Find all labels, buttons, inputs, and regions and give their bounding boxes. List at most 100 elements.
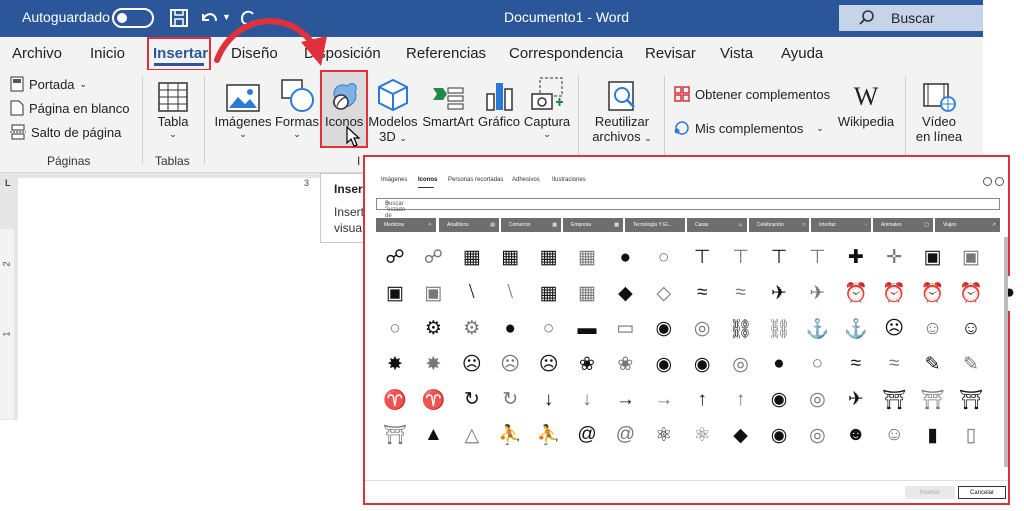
tab-ayuda[interactable]: Ayuda <box>781 45 823 62</box>
tape-measure-icon[interactable]: ▭ <box>606 311 645 346</box>
category-medicina[interactable]: Medicina ✧ <box>376 218 436 232</box>
category-celebracion[interactable]: Celebración □ <box>749 218 809 232</box>
category-tecnologia[interactable]: Tecnología Y El... <box>625 218 685 232</box>
knitting-icon[interactable]: ⚙ <box>452 311 491 346</box>
ant-icon[interactable]: ❀ <box>568 346 606 382</box>
dialog-tab-iconos[interactable]: Iconos <box>418 177 437 183</box>
arrow-right-icon[interactable]: → <box>644 382 683 417</box>
ant-icon[interactable]: ❀ <box>606 346 645 382</box>
drill-icon[interactable]: ⊤ <box>683 240 722 275</box>
button-icon[interactable]: ◉ <box>644 311 683 346</box>
angry-face-icon[interactable]: ✸ <box>376 346 414 382</box>
bandage-icon[interactable]: ⧵ <box>452 275 491 311</box>
abacus-icon[interactable]: ▦ <box>568 240 606 275</box>
bandage-icon[interactable]: ⧵ <box>491 275 530 311</box>
ambulance-icon[interactable]: ⛓ <box>760 311 798 346</box>
alarm-clock-icon[interactable]: ⏰ <box>875 275 914 311</box>
arrow-down-icon[interactable]: ↓ <box>568 382 606 417</box>
artificial-intelligence-icon[interactable]: ◎ <box>798 382 837 417</box>
abacus-icon[interactable]: ▦ <box>452 240 491 275</box>
cover-page-button[interactable]: Portada ⌄ <box>10 76 87 92</box>
africa-icon[interactable]: ◇ <box>644 275 683 311</box>
table-button[interactable]: Tabla ⌄ <box>150 76 196 140</box>
torii-gate-icon[interactable]: ⛩ <box>376 417 414 453</box>
icon-search-input[interactable]: ⚲ Buscar "estado de ánimo" <box>376 198 1000 225</box>
tape-measure-icon[interactable]: ▬ <box>568 311 606 346</box>
cancel-button[interactable]: Cancelar <box>958 486 1006 499</box>
anchor-icon[interactable]: ⚓ <box>798 311 837 346</box>
close-icon[interactable] <box>995 177 1004 186</box>
acorn-icon[interactable]: ○ <box>644 240 683 275</box>
at-sign-icon[interactable]: @ <box>606 417 645 453</box>
3d-models-button[interactable]: Modelos 3D ⌄ <box>364 76 422 144</box>
smartart-button[interactable]: SmartArt <box>420 76 476 129</box>
drill-icon[interactable]: ⊤ <box>721 240 760 275</box>
aquarius-icon[interactable]: ≈ <box>875 346 914 382</box>
icons-button[interactable]: Iconos <box>320 70 368 148</box>
online-video-button[interactable]: Vídeo en línea <box>912 76 966 144</box>
apple-icon[interactable]: ○ <box>798 346 837 382</box>
contact-card-icon[interactable]: ▣ <box>376 275 414 311</box>
tab-revisar[interactable]: Revisar <box>645 45 696 62</box>
alarm-clock-icon[interactable]: ⏰ <box>836 275 875 311</box>
tab-inicio[interactable]: Inicio <box>90 45 125 62</box>
plus-icon[interactable]: ✛ <box>875 240 914 275</box>
images-button[interactable]: Imágenes ⌄ <box>214 76 272 140</box>
category-comercio[interactable]: Comercio ▦ <box>501 218 561 232</box>
yarn-icon[interactable]: ○ <box>529 311 568 346</box>
avocado-icon[interactable]: ◉ <box>760 417 798 453</box>
agriculture-icon[interactable]: ≈ <box>721 275 760 311</box>
australia-icon[interactable]: ◆ <box>721 417 760 453</box>
atom-icon[interactable]: ⚛ <box>683 417 722 453</box>
chain-icon[interactable]: ☍ <box>376 240 414 275</box>
billboard-icon[interactable]: ▦ <box>568 275 606 311</box>
contact-card-icon[interactable]: ▣ <box>414 275 453 311</box>
tab-referencias[interactable]: Referencias <box>406 45 486 62</box>
drill-icon[interactable]: ⊤ <box>760 240 798 275</box>
minimize-icon[interactable] <box>983 177 992 186</box>
acorn-icon[interactable]: ● <box>606 240 645 275</box>
torii-gate-icon[interactable]: ⛩ <box>952 382 990 417</box>
page-break-button[interactable]: Salto de página <box>10 124 121 140</box>
category-empresa[interactable]: Empresa ▩ <box>563 218 623 232</box>
plus-icon[interactable]: ✚ <box>836 240 875 275</box>
wikipedia-button[interactable]: W Wikipedia <box>834 76 898 129</box>
category-animales[interactable]: Animales ▢ <box>873 218 933 232</box>
baby-icon[interactable]: ☻ <box>836 417 875 453</box>
fighter-jet-icon[interactable]: ✈ <box>836 382 875 417</box>
tab-vista[interactable]: Vista <box>720 45 753 62</box>
shapes-button[interactable]: Formas ⌄ <box>274 76 320 140</box>
chain-icon[interactable]: ☍ <box>414 240 453 275</box>
category-analiticos[interactable]: Analíticos ▤ <box>439 218 499 232</box>
arrow-up-icon[interactable]: ↑ <box>683 382 722 417</box>
athlete-icon[interactable]: ⛹ <box>491 417 530 453</box>
antarctica-icon[interactable]: ◉ <box>644 346 683 382</box>
category-caras[interactable]: Caras ☺ <box>687 218 747 232</box>
categories-next-icon[interactable]: › <box>996 218 999 229</box>
airplane-icon[interactable]: ✈ <box>760 275 798 311</box>
blank-page-button[interactable]: Página en blanco <box>10 100 129 116</box>
airplane-icon[interactable]: ✈ <box>798 275 837 311</box>
angel-face-icon[interactable]: ☺ <box>913 311 952 346</box>
drill-icon[interactable]: ⊤ <box>798 240 837 275</box>
abacus-icon[interactable]: ▦ <box>529 240 568 275</box>
alarm-ringing-icon[interactable]: ⏰ <box>913 275 952 311</box>
contact-card-icon[interactable]: ▣ <box>913 240 952 275</box>
agriculture-icon[interactable]: ≈ <box>683 275 722 311</box>
africa-icon[interactable]: ◆ <box>606 275 645 311</box>
autosave-toggle[interactable] <box>112 8 154 28</box>
artificial-intelligence-icon[interactable]: ◉ <box>760 382 798 417</box>
ambulance-icon[interactable]: ⛓ <box>721 311 760 346</box>
category-interfaz[interactable]: Interfaz ▫ <box>811 218 871 232</box>
at-sign-icon[interactable]: @ <box>568 417 606 453</box>
search-box[interactable]: Buscar <box>839 5 983 31</box>
dialog-tab-personas[interactable]: Personas recortadas <box>448 177 503 183</box>
tab-correspondencia[interactable]: Correspondencia <box>509 45 623 62</box>
dialog-tab-imagenes[interactable]: Imágenes <box>381 177 407 183</box>
aperture-icon[interactable]: ◉ <box>683 346 722 382</box>
my-addins-button[interactable]: Mis complementos ⌄ <box>674 120 824 136</box>
rotate-icon[interactable]: ↻ <box>491 382 530 417</box>
baby-bottle-icon[interactable]: ▯ <box>952 417 990 453</box>
category-viajes[interactable]: Viajes ↗ <box>935 218 1000 232</box>
apple-icon[interactable]: ● <box>760 346 798 382</box>
